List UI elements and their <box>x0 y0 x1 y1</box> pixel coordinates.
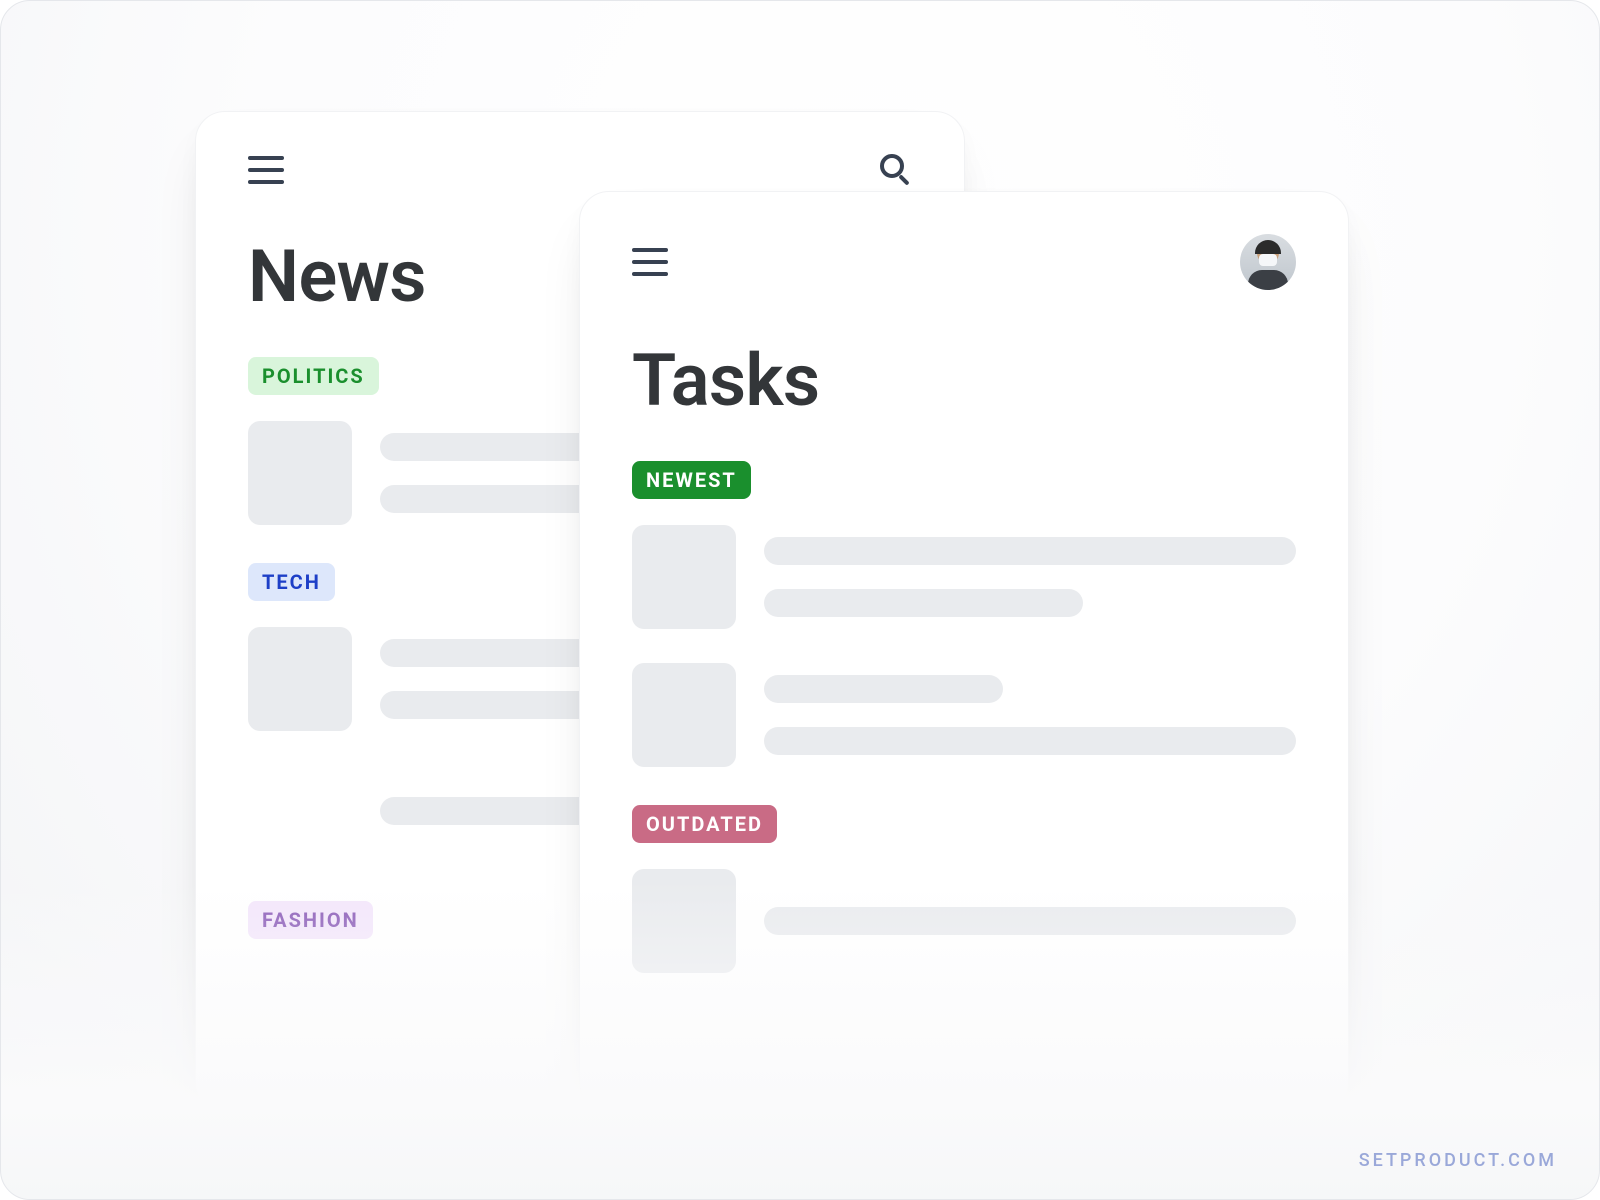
tag-outdated[interactable]: OUTDATED <box>632 805 777 843</box>
search-icon[interactable] <box>880 154 912 186</box>
list-item[interactable] <box>632 869 1296 973</box>
tasks-title: Tasks <box>632 338 1296 423</box>
tag-tech[interactable]: TECH <box>248 563 335 601</box>
thumbnail-placeholder <box>632 525 736 629</box>
watermark: SETPRODUCT.COM <box>1359 1150 1557 1171</box>
menu-icon[interactable] <box>632 248 668 276</box>
text-placeholder <box>764 589 1083 617</box>
canvas-frame: News POLITICS TECH <box>0 0 1600 1200</box>
list-item[interactable] <box>632 525 1296 629</box>
avatar[interactable] <box>1240 234 1296 290</box>
thumbnail-placeholder <box>632 869 736 973</box>
tag-fashion[interactable]: FASHION <box>248 901 373 939</box>
tasks-section-newest: NEWEST <box>632 457 1296 767</box>
tag-newest[interactable]: NEWEST <box>632 461 751 499</box>
tasks-section-outdated: OUTDATED <box>632 801 1296 973</box>
list-item[interactable] <box>632 663 1296 767</box>
text-placeholder <box>764 907 1296 935</box>
tag-politics[interactable]: POLITICS <box>248 357 379 395</box>
text-placeholder <box>764 675 1003 703</box>
text-placeholder <box>764 537 1296 565</box>
text-placeholder <box>764 727 1296 755</box>
thumbnail-placeholder <box>248 627 352 731</box>
tasks-card: Tasks NEWEST OUTDATED <box>579 191 1349 1111</box>
thumbnail-placeholder <box>248 421 352 525</box>
menu-icon[interactable] <box>248 156 284 184</box>
news-card-header <box>248 154 912 186</box>
thumbnail-placeholder <box>632 663 736 767</box>
tasks-card-header <box>632 234 1296 290</box>
